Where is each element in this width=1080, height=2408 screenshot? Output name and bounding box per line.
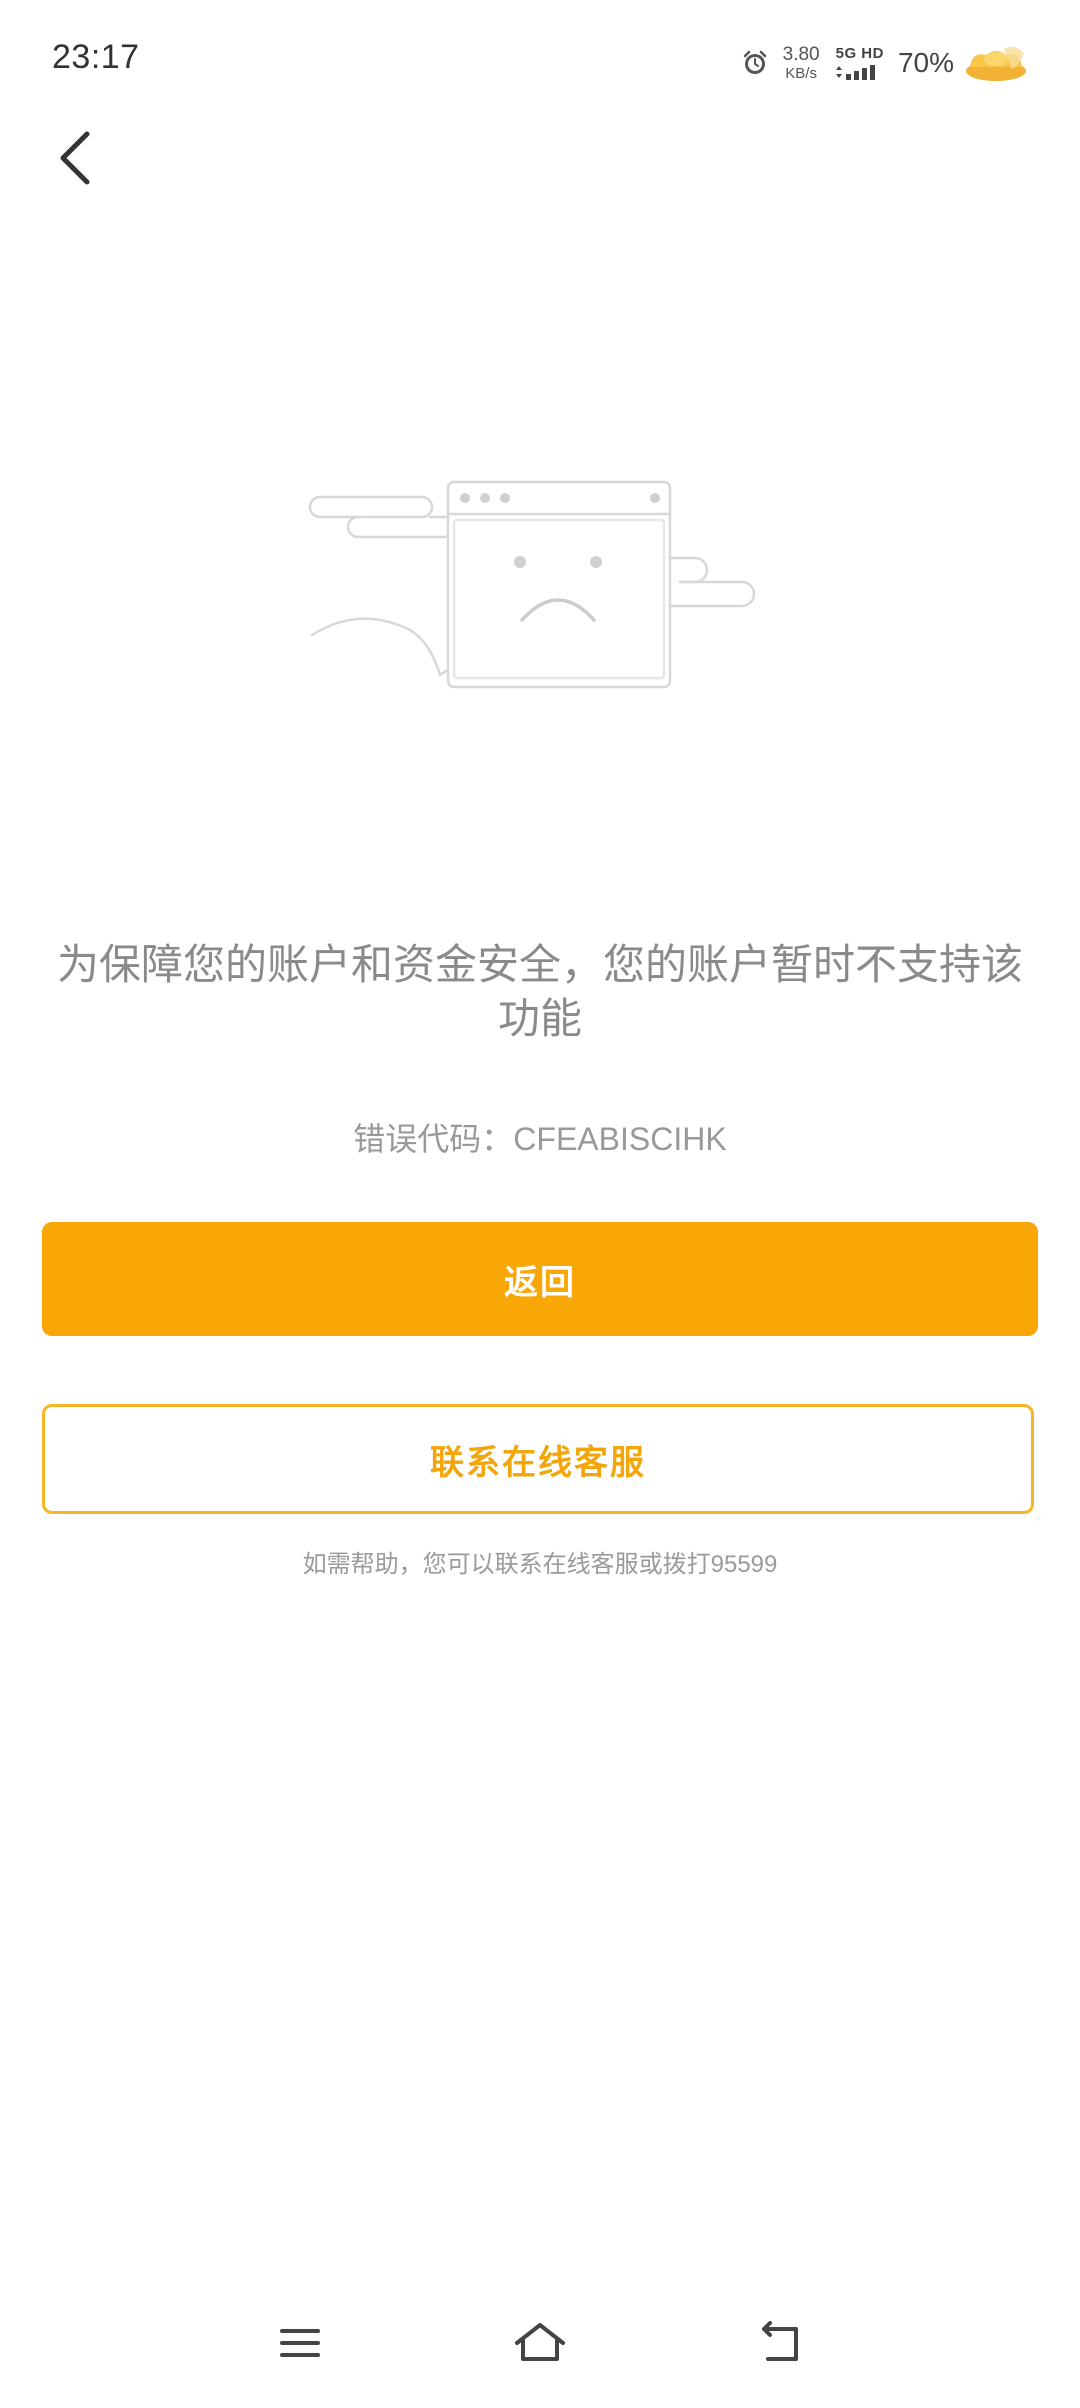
status-bar: 23:17 3.80 KB/s 5G HD 70% [0,0,1080,130]
status-time: 23:17 [52,38,140,76]
help-text: 如需帮助，您可以联系在线客服或拨打95599 [302,1551,778,1578]
network-speed-value: 3.80 [782,44,820,65]
nav-menu-button[interactable] [260,2310,340,2380]
battery-level: 70% [897,47,954,78]
nav-back-button[interactable] [740,2310,820,2380]
nav-home-button[interactable] [500,2310,580,2380]
menu-icon [278,2325,322,2366]
system-nav-bar [0,2300,1080,2408]
network-speed: 3.80 KB/s [783,45,820,81]
signal-indicator: 5G HD [836,46,884,80]
back-icon [756,2320,804,2370]
status-icons: 3.80 KB/s 5G HD 70% [741,38,1028,88]
home-icon [513,2321,567,2370]
error-message: 为保障您的账户和资金安全，您的账户暂时不支持该功能 [56,941,1023,1042]
signal-icon [835,61,884,80]
error-code: 错误代码：CFEABISCIHK [353,1121,727,1157]
chevron-left-icon [55,128,95,193]
network-speed-unit: KB/s [785,65,817,82]
gold-ingot-icon [964,43,1028,83]
contact-support-button[interactable]: 联系在线客服 [42,1404,1034,1514]
sad-browser-window-illustration [300,470,770,710]
network-type: 5G HD [835,45,884,62]
return-button[interactable]: 返回 [42,1222,1038,1336]
alarm-icon [741,49,769,77]
back-button[interactable] [40,120,110,200]
